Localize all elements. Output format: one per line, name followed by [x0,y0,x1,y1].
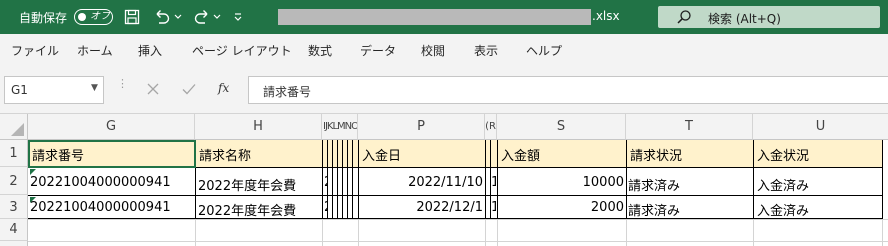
name-box[interactable]: G1 ▼ [4,76,104,104]
tab-view[interactable]: 表示 [474,42,498,59]
column-header-g[interactable]: G [28,114,195,140]
cell-t3[interactable]: 請求済み [628,200,680,219]
cell-h1[interactable]: 請求名称 [199,145,251,164]
cell-t1[interactable]: 請求状況 [630,145,682,164]
tab-data[interactable]: データ [360,42,396,59]
undo-icon[interactable] [153,8,171,26]
column-header-p[interactable]: P [358,114,485,140]
grip-icon[interactable]: ⋮ [117,78,128,89]
cell-h3[interactable]: 2022年度年会費 [198,200,296,219]
cancel-icon[interactable] [147,83,159,98]
column-header-u[interactable]: U [753,114,888,140]
row-header-3[interactable]: 3 [0,195,28,219]
ribbon-tabs: ファイル ホーム 挿入 ページ レイアウト 数式 データ 校閲 表示 ヘルプ [0,34,888,64]
row-header-2[interactable]: 2 [0,167,28,195]
autosave-state: オフ [90,11,110,22]
autosave-label: 自動保存 [19,11,68,25]
row-header-1[interactable]: 1 [0,140,28,167]
cell-i3[interactable]: 2 [324,200,328,215]
cell-g2[interactable]: 20221004000000941 [30,175,171,190]
formula-bar: G1 ▼ ⋮ fx 請求番号 [0,64,888,114]
tab-page-layout[interactable]: ページ レイアウト [192,42,292,59]
insert-function-icon[interactable]: fx [218,81,229,95]
redo-icon[interactable] [193,8,211,26]
filename-redacted [278,9,591,25]
chevron-down-icon[interactable]: ▼ [91,83,98,93]
cell-g1[interactable]: 請求番号 [32,145,84,164]
save-icon[interactable] [124,8,140,26]
cell-h2[interactable]: 2022年度年会費 [198,175,296,194]
toggle-knob [78,13,86,21]
column-header-narrow[interactable]: IJKLMNO [322,114,358,140]
select-all-button[interactable] [0,114,28,140]
cell-g3[interactable]: 20221004000000941 [30,200,171,215]
column-header-t[interactable]: T [626,114,753,140]
cell-t2[interactable]: 請求済み [628,175,680,194]
undo-dropdown-icon[interactable] [174,8,182,26]
filename-extension: .xlsx [592,9,620,23]
cell-i2[interactable]: 2 [324,175,328,190]
cell-u2[interactable]: 入金済み [757,175,809,194]
autosave-toggle[interactable]: オフ [74,9,113,25]
redo-dropdown-icon[interactable] [213,8,221,26]
row-header-4[interactable]: 4 [0,219,28,241]
cell-s1[interactable]: 入金額 [501,145,540,164]
cell-r2[interactable]: 1 [491,175,496,190]
tab-review[interactable]: 校閲 [421,42,445,59]
tab-insert[interactable]: 挿入 [138,42,162,59]
column-header-h[interactable]: H [195,114,322,140]
title-bar: 自動保存 オフ .xlsx 検索 (Alt+Q) [0,0,888,34]
search-box[interactable]: 検索 (Alt+Q) [658,6,880,28]
cell-s2[interactable]: 10000 [499,175,624,190]
enter-icon[interactable] [182,83,196,98]
name-box-value: G1 [11,83,28,97]
tab-help[interactable]: ヘルプ [526,42,562,59]
formula-value: 請求番号 [263,85,312,99]
cell-p2[interactable]: 2022/11/10 [360,175,483,190]
tab-file[interactable]: ファイル [11,42,59,59]
row-header-5[interactable] [0,241,28,246]
tab-home[interactable]: ホーム [77,42,113,59]
tab-formulas[interactable]: 数式 [308,42,332,59]
spreadsheet-grid[interactable]: G H IJKLMNO P (R S T U 1 2 3 4 請求番号 請求名称… [0,114,888,246]
cell-r3[interactable]: 1 [491,200,496,215]
cell-s3[interactable]: 2000 [499,200,624,215]
cell-u1[interactable]: 入金状況 [757,145,809,164]
cell-p1[interactable]: 入金日 [362,145,401,164]
column-header-q[interactable]: (R [485,114,497,140]
cell-p3[interactable]: 2022/12/1 [360,200,483,215]
active-cell-border [28,140,196,142]
select-all-icon [11,123,24,136]
column-header-s[interactable]: S [497,114,626,140]
formula-input[interactable]: 請求番号 [248,76,888,104]
search-icon [676,9,692,28]
search-placeholder: 検索 (Alt+Q) [708,12,781,26]
cell-u3[interactable]: 入金済み [757,200,809,219]
customize-qat-icon[interactable] [233,8,243,26]
